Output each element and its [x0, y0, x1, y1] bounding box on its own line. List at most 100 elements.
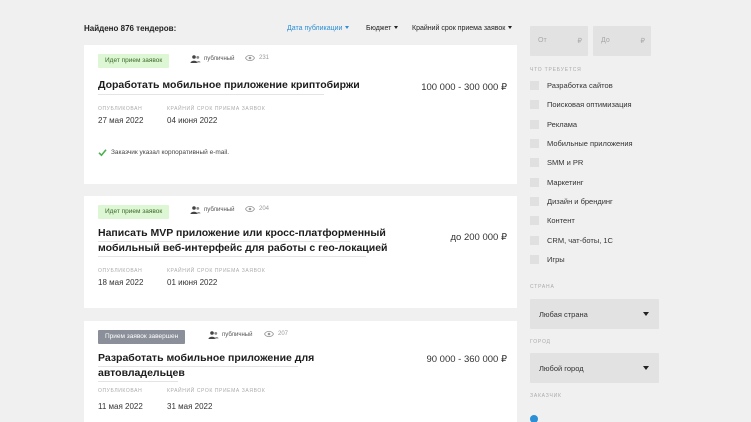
- category-checkbox[interactable]: Игры: [530, 253, 565, 265]
- status-badge: Прием заявок завершен: [98, 330, 186, 344]
- category-label: Мобильные приложения: [547, 138, 633, 148]
- category-label: Игры: [547, 254, 565, 264]
- users-icon: [208, 331, 219, 339]
- sort-by-date-button[interactable]: Дата публикации: [287, 25, 350, 32]
- checkbox[interactable]: [530, 196, 539, 206]
- deadline-date: 04 июня 2022: [167, 116, 218, 125]
- published-date: 11 мая 2022: [98, 402, 143, 411]
- categories-heading: ЧТО ТРЕБУЕТСЯ: [530, 67, 582, 73]
- deadline-date: 01 июня 2022: [167, 278, 218, 287]
- currency-sign: ₽: [640, 38, 645, 45]
- budget-to-input[interactable]: До ₽: [593, 26, 651, 56]
- sort-by-budget-button[interactable]: Бюджет: [366, 25, 399, 32]
- category-label: Дизайн и брендинг: [547, 196, 613, 206]
- category-label: Контент: [547, 215, 575, 225]
- status-badge: Идет прием заявок: [98, 205, 170, 219]
- check-icon: [98, 149, 107, 157]
- tender-title-line: Написать MVP приложение или кросс-платфо…: [98, 227, 386, 239]
- users-icon: [190, 206, 201, 214]
- category-checkbox[interactable]: Дизайн и брендинг: [530, 195, 613, 207]
- results-count: Найдено 876 тендеров:: [84, 24, 177, 33]
- city-value: Любой город: [539, 364, 584, 373]
- category-checkbox[interactable]: Мобильные приложения: [530, 137, 633, 149]
- category-checkbox[interactable]: Поисковая оптимизация: [530, 98, 632, 110]
- published-label: ОПУБЛИКОВАН: [98, 388, 143, 394]
- budget-from-placeholder: От: [538, 37, 547, 44]
- title-underline: [98, 381, 178, 382]
- category-label: Реклама: [547, 119, 578, 129]
- title-underline: [98, 241, 350, 242]
- checkbox[interactable]: [530, 119, 539, 129]
- visibility-label: публичный: [204, 207, 235, 213]
- checkbox[interactable]: [530, 138, 539, 148]
- category-label: Маркетинг: [547, 177, 584, 187]
- checkbox[interactable]: [530, 254, 539, 264]
- views-count: 204: [245, 206, 269, 212]
- city-heading: ГОРОД: [530, 339, 551, 345]
- city-select[interactable]: Любой город: [530, 353, 659, 383]
- country-heading: СТРАНА: [530, 284, 555, 290]
- category-label: SMM и PR: [547, 157, 584, 167]
- filters-sidebar: От ₽ До ₽ ЧТО ТРЕБУЕТСЯ Разработка сайто…: [528, 0, 751, 422]
- radio-button[interactable]: [530, 415, 538, 422]
- users-icon: [190, 55, 201, 63]
- deadline-label: КРАЙНИЙ СРОК ПРИЕМА ЗАЯВОК: [167, 388, 266, 394]
- deadline-label: КРАЙНИЙ СРОК ПРИЕМА ЗАЯВОК: [167, 268, 266, 274]
- category-checkbox[interactable]: CRM, чат-боты, 1С: [530, 234, 613, 246]
- tender-price: до 200 000 ₽: [450, 232, 508, 243]
- category-checkbox[interactable]: SMM и PR: [530, 156, 583, 168]
- category-label: Поисковая оптимизация: [547, 99, 632, 109]
- views-value: 204: [259, 206, 270, 212]
- tender-title-line: Разработать мобильное приложение для: [98, 352, 315, 364]
- customer-heading: ЗАКАЗЧИК: [530, 393, 562, 399]
- category-label: CRM, чат-боты, 1С: [547, 235, 613, 245]
- eye-icon: [264, 331, 274, 337]
- views-count: 231: [245, 55, 269, 61]
- tender-card[interactable]: Идет прием заявок публичный 204 Написать…: [84, 196, 517, 308]
- visibility-label: публичный: [204, 56, 235, 62]
- eye-icon: [245, 55, 255, 61]
- visibility-info: публичный: [208, 331, 252, 339]
- chevron-down-icon: [643, 312, 649, 316]
- tender-card[interactable]: Идет прием заявок публичный 231 Доработа…: [84, 45, 517, 184]
- budget-from-input[interactable]: От ₽: [530, 26, 588, 56]
- status-badge: Идет прием заявок: [98, 54, 170, 68]
- checkbox[interactable]: [530, 80, 539, 90]
- chevron-down-icon: [508, 26, 513, 29]
- checkbox[interactable]: [530, 157, 539, 167]
- results-header: Найдено 876 тендеров: Дата публикации Бю…: [84, 18, 517, 38]
- tender-card[interactable]: Прием заявок завершен публичный 207 Разр…: [84, 321, 517, 422]
- deadline-date: 31 мая 2022: [167, 402, 213, 411]
- sort-by-deadline-button[interactable]: Крайний срок приема заявок: [412, 25, 513, 32]
- views-value: 231: [259, 55, 270, 61]
- chevron-down-icon: [643, 366, 649, 370]
- views-count: 207: [264, 331, 288, 337]
- checkbox[interactable]: [530, 215, 539, 225]
- published-date: 27 мая 2022: [98, 116, 144, 125]
- published-label: ОПУБЛИКОВАН: [98, 106, 143, 112]
- category-checkbox[interactable]: Разработка сайтов: [530, 79, 613, 91]
- views-value: 207: [278, 331, 289, 337]
- tender-title-line: Доработать мобильное приложение криптоби…: [98, 79, 360, 91]
- title-underline: [98, 94, 324, 95]
- category-checkbox[interactable]: Маркетинг: [530, 176, 583, 188]
- deadline-label: КРАЙНИЙ СРОК ПРИЕМА ЗАЯВОК: [167, 106, 266, 112]
- tender-title-link[interactable]: Доработать мобильное приложение криптоби…: [98, 78, 360, 93]
- chevron-down-icon: [394, 26, 399, 29]
- category-checkbox[interactable]: Реклама: [530, 118, 577, 130]
- title-underline: [98, 256, 366, 257]
- note-text: Заказчик указал корпоративный e-mail.: [111, 149, 230, 156]
- visibility-info: публичный: [190, 55, 234, 63]
- corporate-email-note: Заказчик указал корпоративный e-mail.: [98, 148, 229, 157]
- checkbox[interactable]: [530, 235, 539, 245]
- chevron-down-icon: [345, 26, 350, 29]
- visibility-info: публичный: [190, 206, 234, 214]
- country-select[interactable]: Любая страна: [530, 299, 659, 329]
- eye-icon: [245, 206, 255, 212]
- checkbox[interactable]: [530, 177, 539, 187]
- checkbox[interactable]: [530, 99, 539, 109]
- visibility-label: публичный: [222, 332, 253, 338]
- category-checkbox[interactable]: Контент: [530, 214, 575, 226]
- published-label: ОПУБЛИКОВАН: [98, 268, 143, 274]
- title-underline: [98, 366, 298, 367]
